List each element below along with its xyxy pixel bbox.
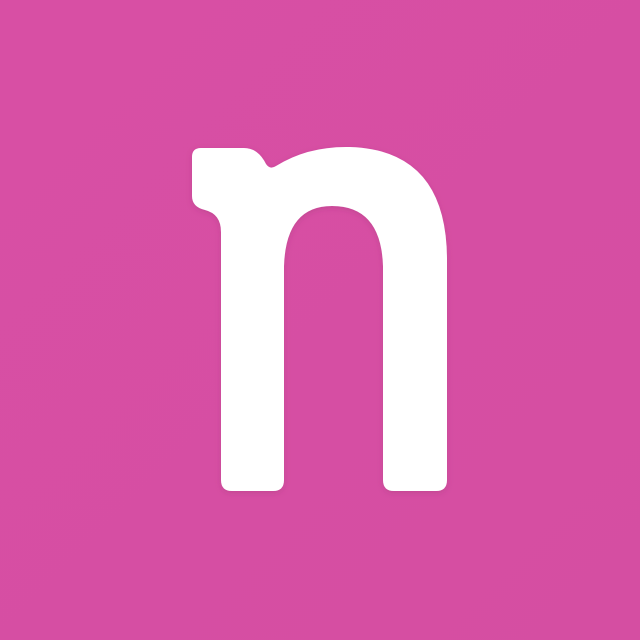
app-icon [0, 0, 640, 640]
background-fill [0, 0, 640, 640]
n-logo-graphic [0, 0, 640, 640]
